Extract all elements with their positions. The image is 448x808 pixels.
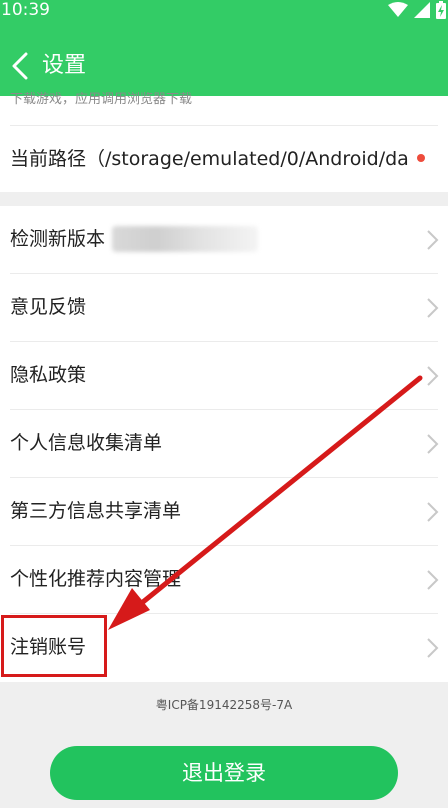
status-bar: 10:39 — [0, 0, 448, 22]
feedback-row[interactable]: 意见反馈 — [0, 274, 448, 342]
download-description: 下载游戏，应用调用浏览器下载 — [10, 92, 193, 107]
status-time: 10:39 — [1, 0, 50, 20]
feedback-label: 意见反馈 — [10, 296, 87, 318]
privacy-policy-row[interactable]: 隐私政策 — [0, 342, 448, 410]
battery-charging-icon — [436, 1, 446, 19]
chevron-right-icon — [427, 502, 439, 522]
current-path-row[interactable]: 当前路径（/storage/emulated/0/Android/data... — [0, 126, 448, 192]
icp-registration: 粤ICP备19142258号-7A — [155, 698, 293, 712]
third-party-sharing-row[interactable]: 第三方信息共享清单 — [0, 478, 448, 546]
personalized-recommendation-row[interactable]: 个性化推荐内容管理 — [0, 546, 448, 614]
settings-list: 检测新版本 意见反馈 隐私政策 个人信息收集清单 第三方信息共享清单 个性化推荐… — [0, 206, 448, 682]
chevron-right-icon — [427, 434, 439, 454]
page-title: 设置 — [42, 53, 87, 78]
cellular-signal-icon — [414, 2, 430, 18]
chevron-right-icon — [427, 366, 439, 386]
chevron-right-icon — [427, 298, 439, 318]
third-party-sharing-label: 第三方信息共享清单 — [10, 500, 182, 522]
download-settings-card: 下载游戏，应用调用浏览器下载 当前路径（/storage/emulated/0/… — [0, 92, 448, 192]
back-arrow-icon — [12, 52, 28, 80]
navigation-header: 设置 — [0, 40, 448, 92]
current-path-label: 当前路径（/storage/emulated/0/Android/data... — [10, 148, 408, 170]
back-button[interactable] — [8, 48, 32, 84]
version-number-blurred — [112, 226, 258, 252]
personalized-recommendation-label: 个性化推荐内容管理 — [10, 568, 182, 590]
check-update-label: 检测新版本 — [10, 228, 106, 250]
chevron-right-icon — [427, 570, 439, 590]
chevron-right-icon — [427, 638, 439, 658]
personal-info-list-row[interactable]: 个人信息收集清单 — [0, 410, 448, 478]
wifi-icon — [388, 2, 408, 17]
logout-button[interactable]: 退出登录 — [50, 746, 398, 800]
personal-info-list-label: 个人信息收集清单 — [10, 432, 163, 454]
status-icons — [388, 1, 446, 19]
check-update-row[interactable]: 检测新版本 — [0, 206, 448, 274]
privacy-policy-label: 隐私政策 — [10, 364, 87, 386]
annotation-highlight-box — [1, 615, 107, 677]
red-dot-badge — [417, 154, 425, 162]
chevron-right-icon — [427, 230, 439, 250]
